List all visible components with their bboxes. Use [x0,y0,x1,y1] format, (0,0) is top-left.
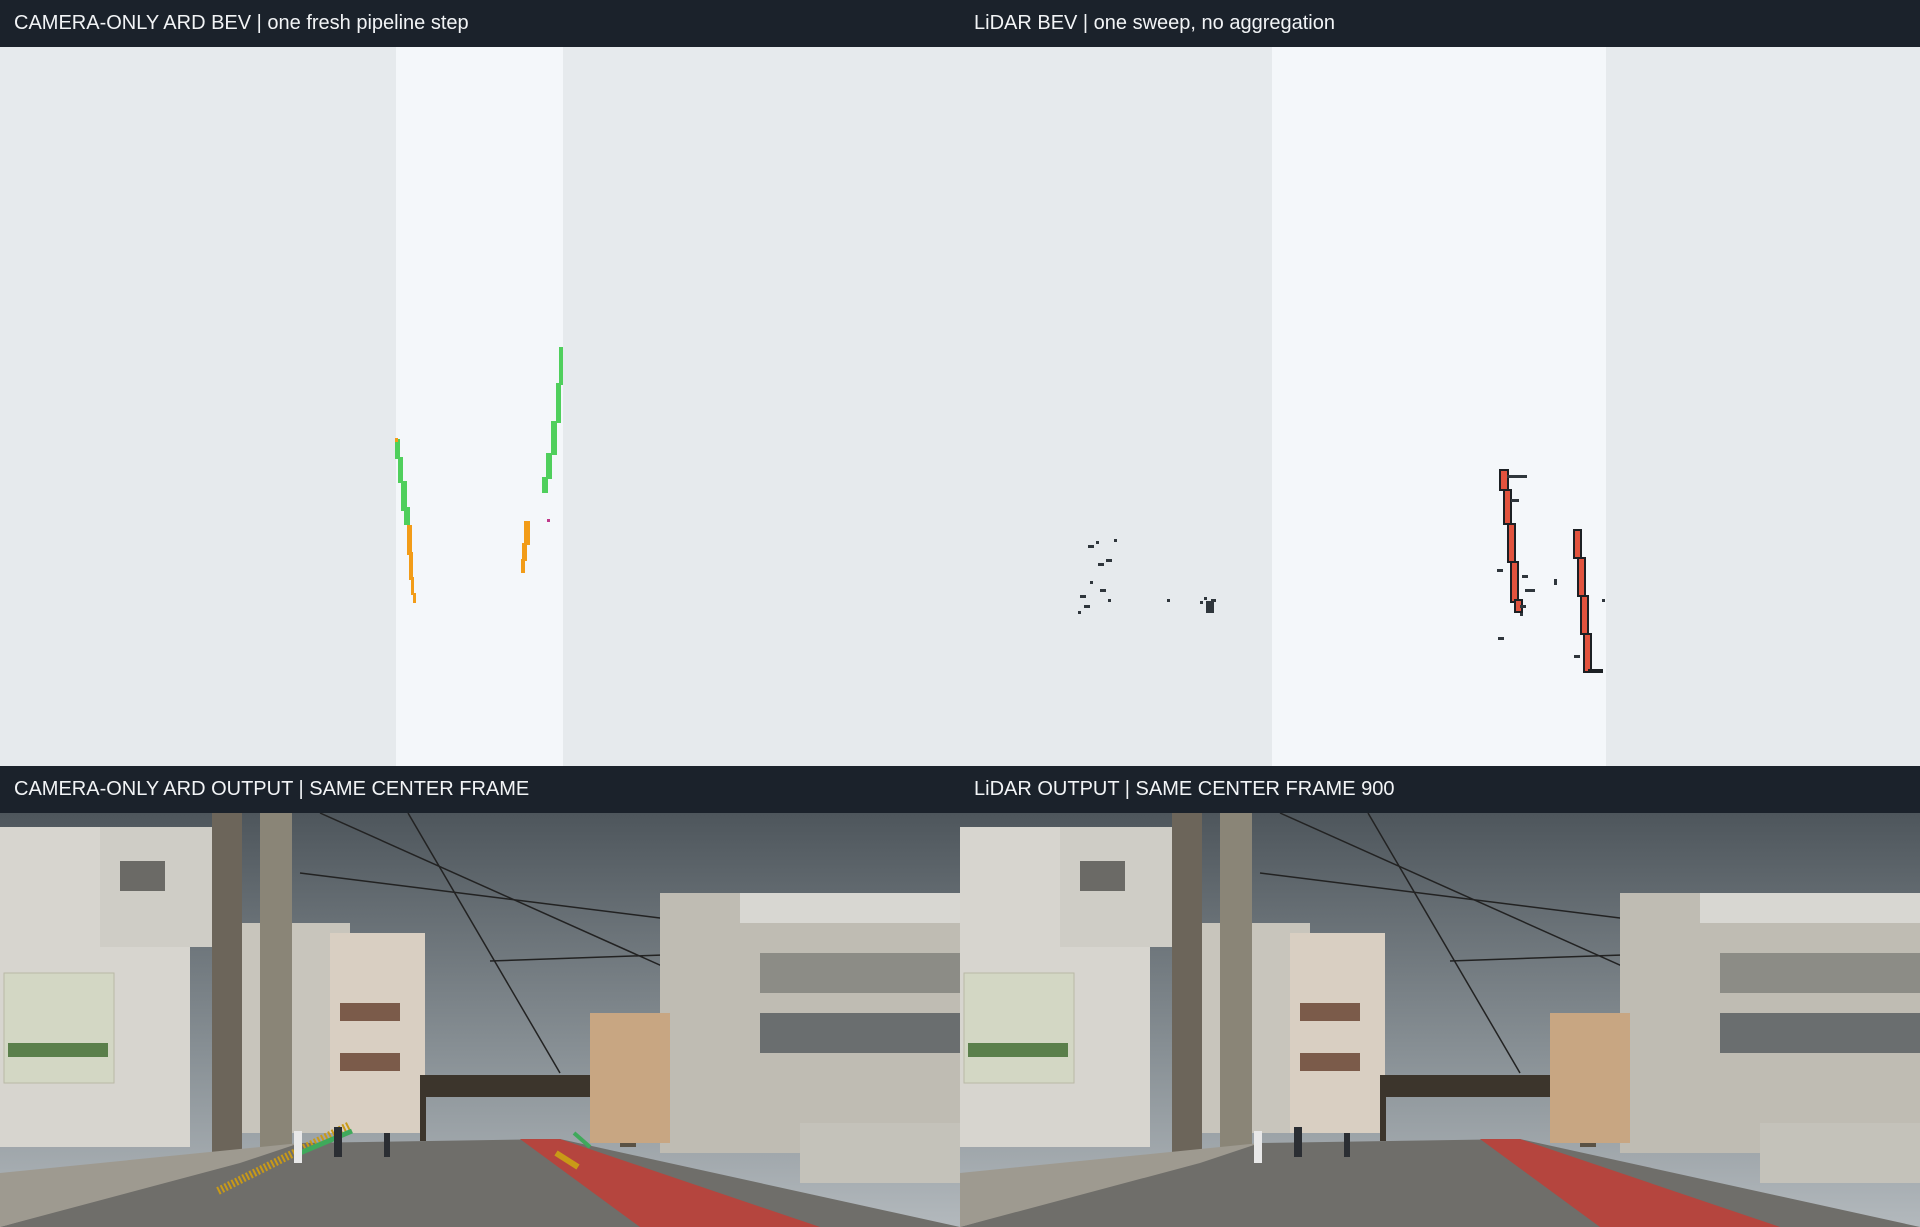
street-scene [960,813,1920,1227]
lidar-bev-panel: LiDAR BEV | one sweep, no aggregation [960,0,1920,766]
camera-output-panel: CAMERA-ONLY ARD OUTPUT | SAME CENTER FRA… [0,766,960,1227]
camera-bev-panel: CAMERA-ONLY ARD BEV | one fresh pipeline… [0,0,960,766]
left-lane-green [395,438,410,525]
street-scene [0,813,960,1227]
lidar-bev-points [1078,469,1605,673]
lidar-output-panel: LiDAR OUTPUT | SAME CENTER FRAME 900 [960,766,1920,1227]
lidar-bev-canvas [960,47,1920,766]
lidar-curb-right [1554,529,1605,673]
lidar-output-image [960,813,1920,1227]
camera-output-header: CAMERA-ONLY ARD OUTPUT | SAME CENTER FRA… [0,766,960,813]
lidar-scatter-points [1078,539,1216,614]
right-lane-green [542,347,563,522]
right-lane-orange [521,521,530,573]
left-lane-orange [407,525,416,603]
camera-bev-canvas [0,47,960,766]
lidar-bev-header: LiDAR BEV | one sweep, no aggregation [960,0,1920,47]
lidar-output-header: LiDAR OUTPUT | SAME CENTER FRAME 900 [960,766,1920,813]
camera-output-image [0,813,960,1227]
camera-bev-header: CAMERA-ONLY ARD BEV | one fresh pipeline… [0,0,960,47]
lidar-curb-left [1497,469,1535,640]
camera-bev-lanes [395,347,563,603]
